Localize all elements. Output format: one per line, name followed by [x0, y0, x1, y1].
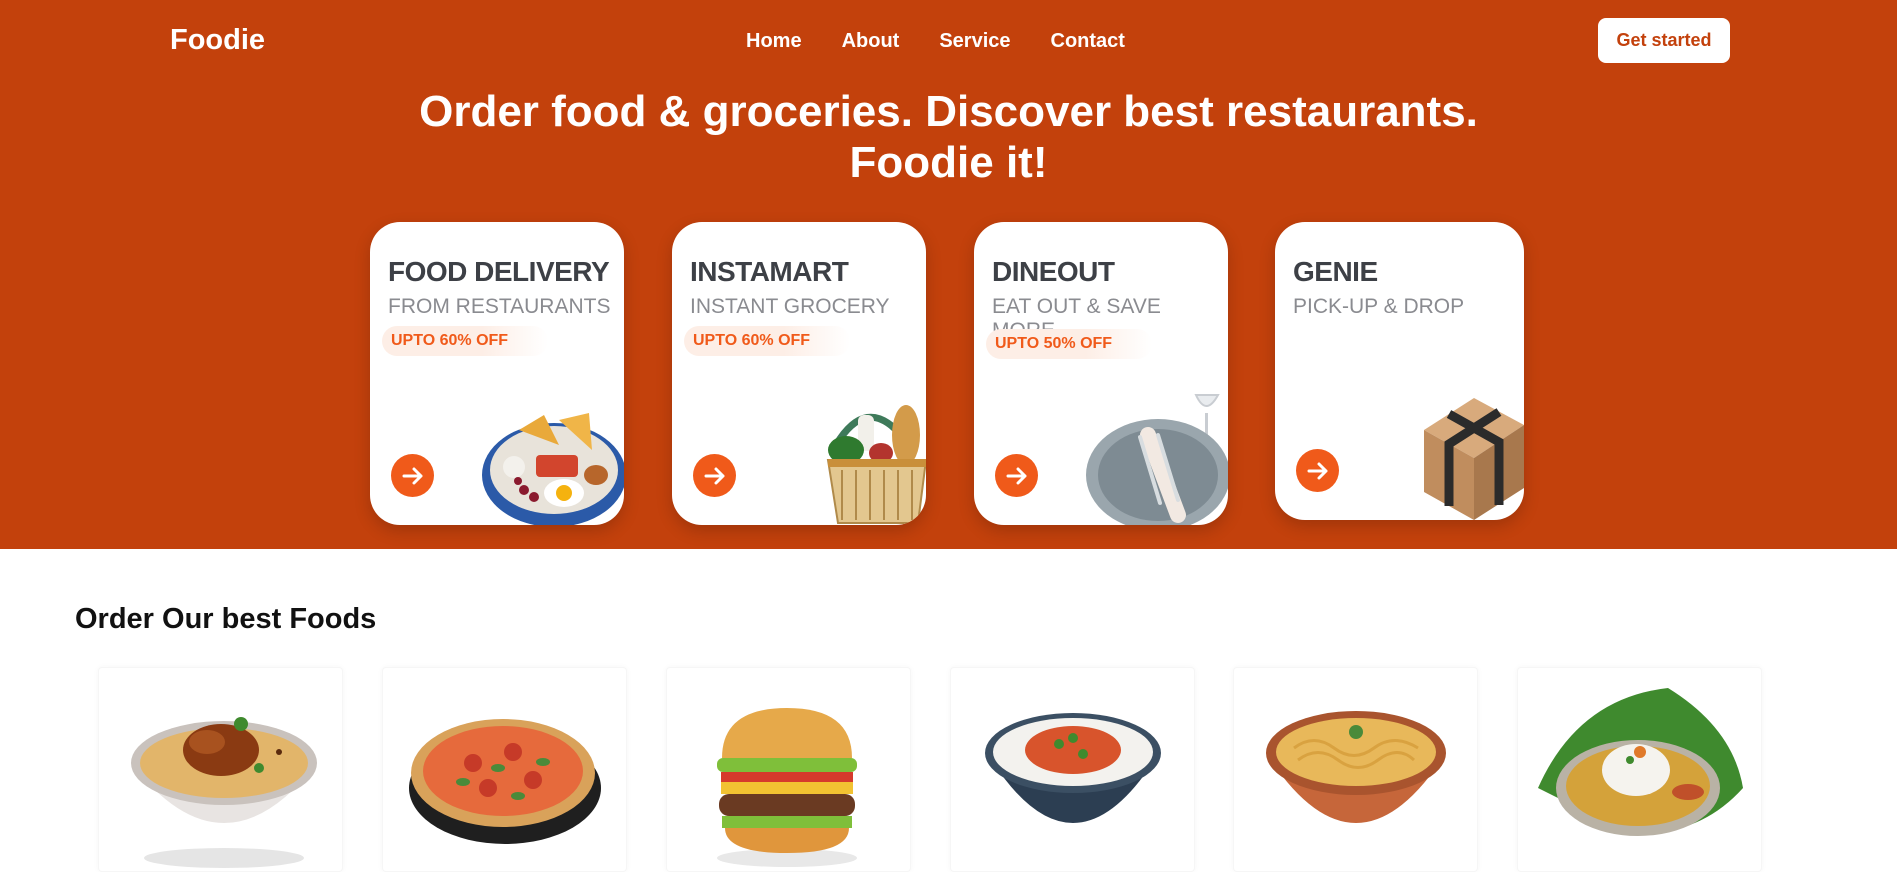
service-card-genie[interactable]: GENIE PICK-UP & DROP	[1275, 222, 1524, 520]
service-card-title: DINEOUT	[992, 256, 1115, 287]
service-card-instamart[interactable]: INSTAMART INSTANT GROCERY UPTO 60% OFF	[672, 222, 926, 525]
service-card-dineout[interactable]: DINEOUT EAT OUT & SAVE MORE UPTO 50% OFF	[974, 222, 1228, 525]
package-box-image	[1424, 398, 1524, 520]
offer-badge: UPTO 50% OFF	[986, 329, 1153, 359]
nav-link-home[interactable]: Home	[746, 30, 802, 53]
dinner-plate-image	[1086, 394, 1228, 525]
pizza-image	[409, 719, 601, 844]
nav-link-about[interactable]: About	[842, 30, 900, 53]
nav-link-contact[interactable]: Contact	[1051, 30, 1125, 53]
hero-banner: Foodie Home About Service Contact Get st…	[0, 0, 1897, 549]
noodles-image	[1266, 711, 1446, 823]
rice-leaf-platter-image	[1538, 688, 1743, 836]
food-card-chicken-biryani[interactable]	[98, 667, 343, 872]
arrow-right-icon[interactable]	[391, 454, 434, 497]
arrow-right-icon[interactable]	[693, 454, 736, 497]
get-started-button[interactable]: Get started	[1598, 18, 1730, 63]
hero-title-line1: Order food & groceries. Discover best re…	[419, 87, 1478, 136]
service-card-subtitle: FROM RESTAURANTS	[388, 295, 611, 318]
main-nav: Home About Service Contact	[746, 30, 1125, 53]
offer-badge: UPTO 60% OFF	[684, 326, 851, 356]
grocery-basket-image	[826, 405, 926, 524]
offer-badge: UPTO 60% OFF	[382, 326, 549, 356]
food-card-rice-curry[interactable]	[950, 667, 1195, 872]
burger-image	[717, 708, 857, 867]
food-card-burger[interactable]	[666, 667, 911, 872]
service-card-subtitle: INSTANT GROCERY	[690, 295, 890, 318]
nav-link-service[interactable]: Service	[939, 30, 1010, 53]
service-card-title: INSTAMART	[690, 256, 849, 287]
chicken-biryani-image	[131, 717, 317, 868]
arrow-right-icon[interactable]	[1296, 449, 1339, 492]
rice-curry-image	[985, 713, 1161, 823]
food-card-rice-leaf-platter[interactable]	[1517, 667, 1762, 872]
food-card-pizza[interactable]	[382, 667, 627, 872]
service-card-subtitle: PICK-UP & DROP	[1293, 295, 1465, 318]
service-card-title: GENIE	[1293, 256, 1378, 287]
hero-title-line2: Foodie it!	[849, 138, 1048, 187]
section-title-best-foods: Order Our best Foods	[75, 603, 377, 635]
brand-logo[interactable]: Foodie	[170, 24, 265, 57]
food-card-noodles[interactable]	[1233, 667, 1478, 872]
service-card-food-delivery[interactable]: FOOD DELIVERY FROM RESTAURANTS UPTO 60% …	[370, 222, 624, 525]
arrow-right-icon[interactable]	[995, 454, 1038, 497]
hero-title: Order food & groceries. Discover best re…	[0, 86, 1897, 188]
breakfast-plate-image	[482, 413, 624, 525]
service-card-title: FOOD DELIVERY	[388, 256, 610, 287]
